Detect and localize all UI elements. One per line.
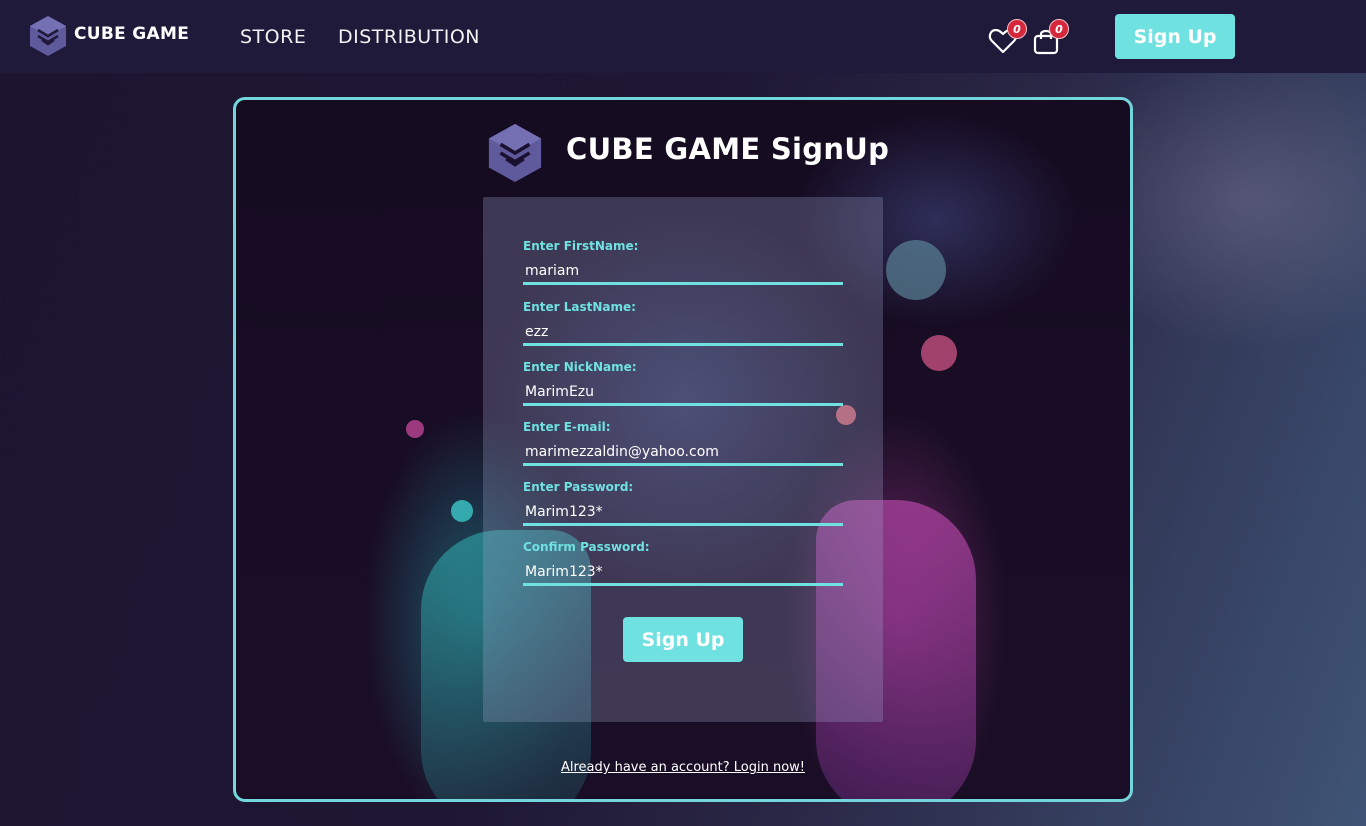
decor-bubble	[451, 500, 473, 522]
decor-bubble	[406, 420, 424, 438]
nav-store-link[interactable]: STORE	[240, 26, 306, 48]
login-link[interactable]: Already have an account? Login now!	[236, 760, 1130, 775]
lastname-input[interactable]	[523, 320, 843, 346]
cart-count-badge: 0	[1049, 19, 1069, 39]
firstname-label: Enter FirstName:	[523, 239, 639, 253]
signup-form: Enter FirstName: Enter LastName: Enter N…	[483, 197, 883, 722]
password-input[interactable]	[523, 500, 843, 526]
firstname-input[interactable]	[523, 259, 843, 285]
nickname-label: Enter NickName:	[523, 360, 637, 374]
signup-title: CUBE GAME SignUp	[566, 132, 890, 166]
confirm-password-input[interactable]	[523, 560, 843, 586]
password-label: Enter Password:	[523, 480, 634, 494]
lastname-label: Enter LastName:	[523, 300, 636, 314]
signup-submit-button[interactable]: Sign Up	[623, 617, 743, 662]
favorites-count-badge: 0	[1007, 19, 1027, 39]
signup-card: CUBE GAME SignUp Enter FirstName: Enter …	[233, 97, 1133, 802]
cube-logo-icon[interactable]	[28, 14, 68, 58]
nav-distribution-link[interactable]: DISTRIBUTION	[338, 26, 480, 48]
header-signup-button[interactable]: Sign Up	[1115, 14, 1235, 59]
decor-bubble	[886, 240, 946, 300]
email-label: Enter E-mail:	[523, 420, 611, 434]
decor-bubble	[921, 335, 957, 371]
top-navbar: CUBE GAME STORE DISTRIBUTION 0 0 Sign Up	[0, 0, 1366, 73]
brand-name[interactable]: CUBE GAME	[74, 24, 189, 44]
cube-logo-icon	[488, 124, 542, 182]
confirm-password-label: Confirm Password:	[523, 540, 650, 554]
email-input[interactable]	[523, 440, 843, 466]
nickname-input[interactable]	[523, 380, 843, 406]
